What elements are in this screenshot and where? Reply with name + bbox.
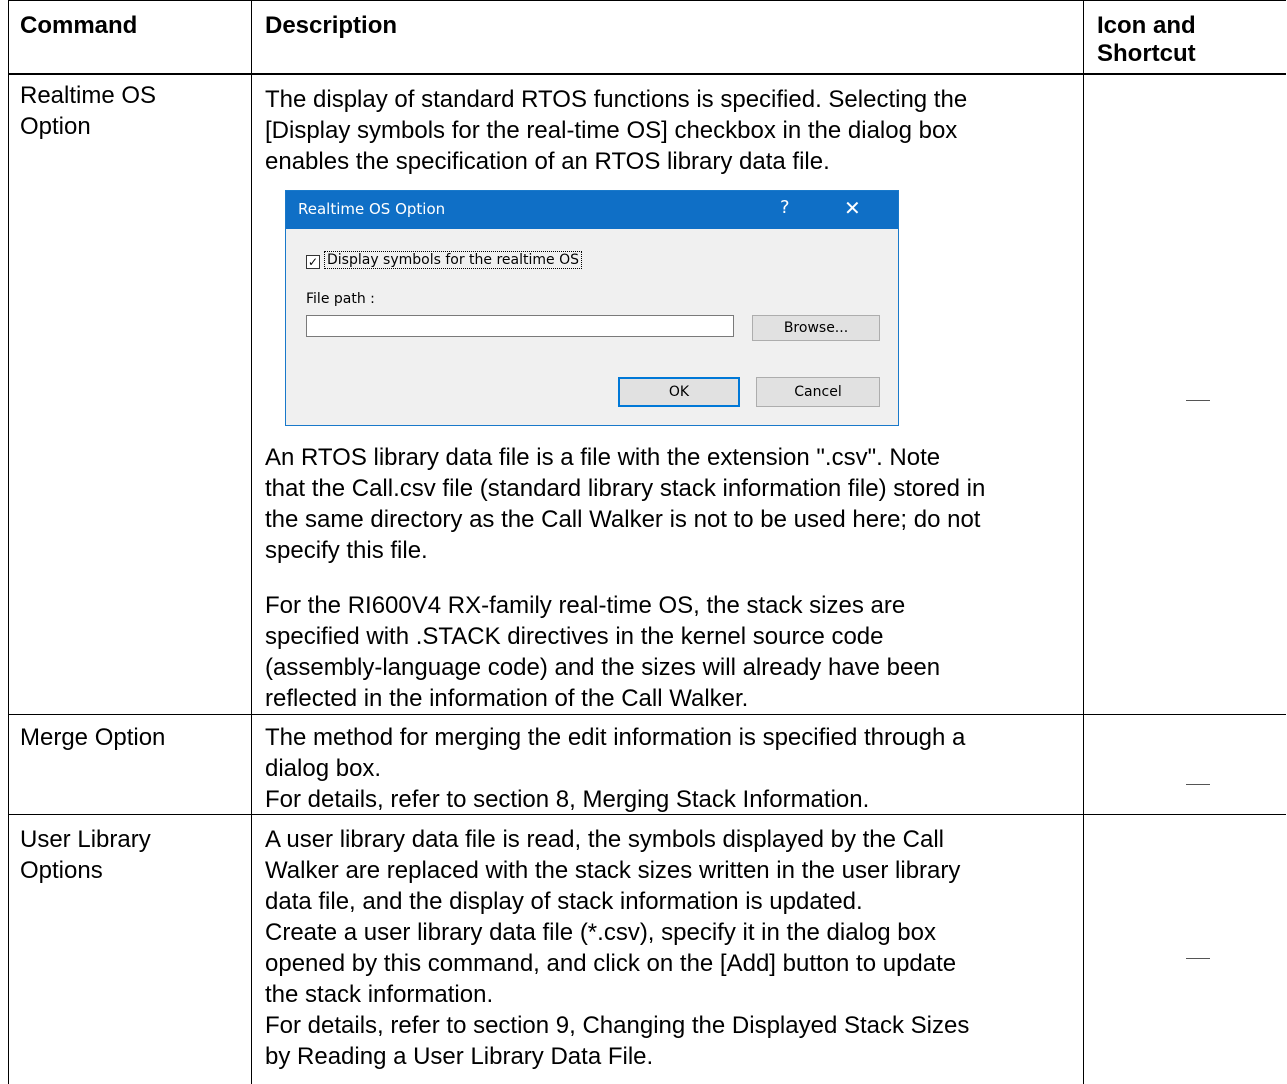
command-table: Command Description Icon and Shortcut Re… [8,0,1287,1084]
header-command: Command [20,12,138,39]
ok-button[interactable]: OK [618,377,740,407]
command-merge-option: Merge Option [20,724,166,751]
dialog-title-bar: Realtime OS Option ? ✕ [286,191,898,229]
icon-shortcut-none [1186,400,1210,401]
header-icon-shortcut: Icon and Shortcut [1097,12,1196,67]
display-symbols-label[interactable]: Display symbols for the realtime OS [324,251,582,269]
header-description: Description [265,12,398,39]
description-ri600v4-note: For the RI600V4 RX-family real-time OS, … [265,592,941,712]
description-merge-option: The method for merging the edit informat… [265,724,966,813]
cancel-button[interactable]: Cancel [756,377,880,407]
file-path-input[interactable] [306,315,734,337]
icon-shortcut-none [1186,784,1210,785]
display-symbols-checkbox[interactable]: ✓ [306,255,320,269]
browse-button[interactable]: Browse... [752,315,880,341]
dialog-title: Realtime OS Option [298,200,446,218]
icon-shortcut-none [1186,958,1210,959]
description-intro: The display of standard RTOS functions i… [265,86,968,175]
command-user-library-options: User Library Options [20,826,151,884]
close-icon[interactable]: ✕ [844,196,861,220]
description-csv-note: An RTOS library data file is a file with… [265,444,986,564]
description-user-library-options: A user library data file is read, the sy… [265,826,970,1070]
realtime-os-option-dialog: Realtime OS Option ? ✕ ✓ Display symbols… [285,190,899,426]
help-button[interactable]: ? [780,197,790,218]
command-realtime-os-option: Realtime OS Option [20,82,157,140]
file-path-label: File path : [306,291,375,307]
